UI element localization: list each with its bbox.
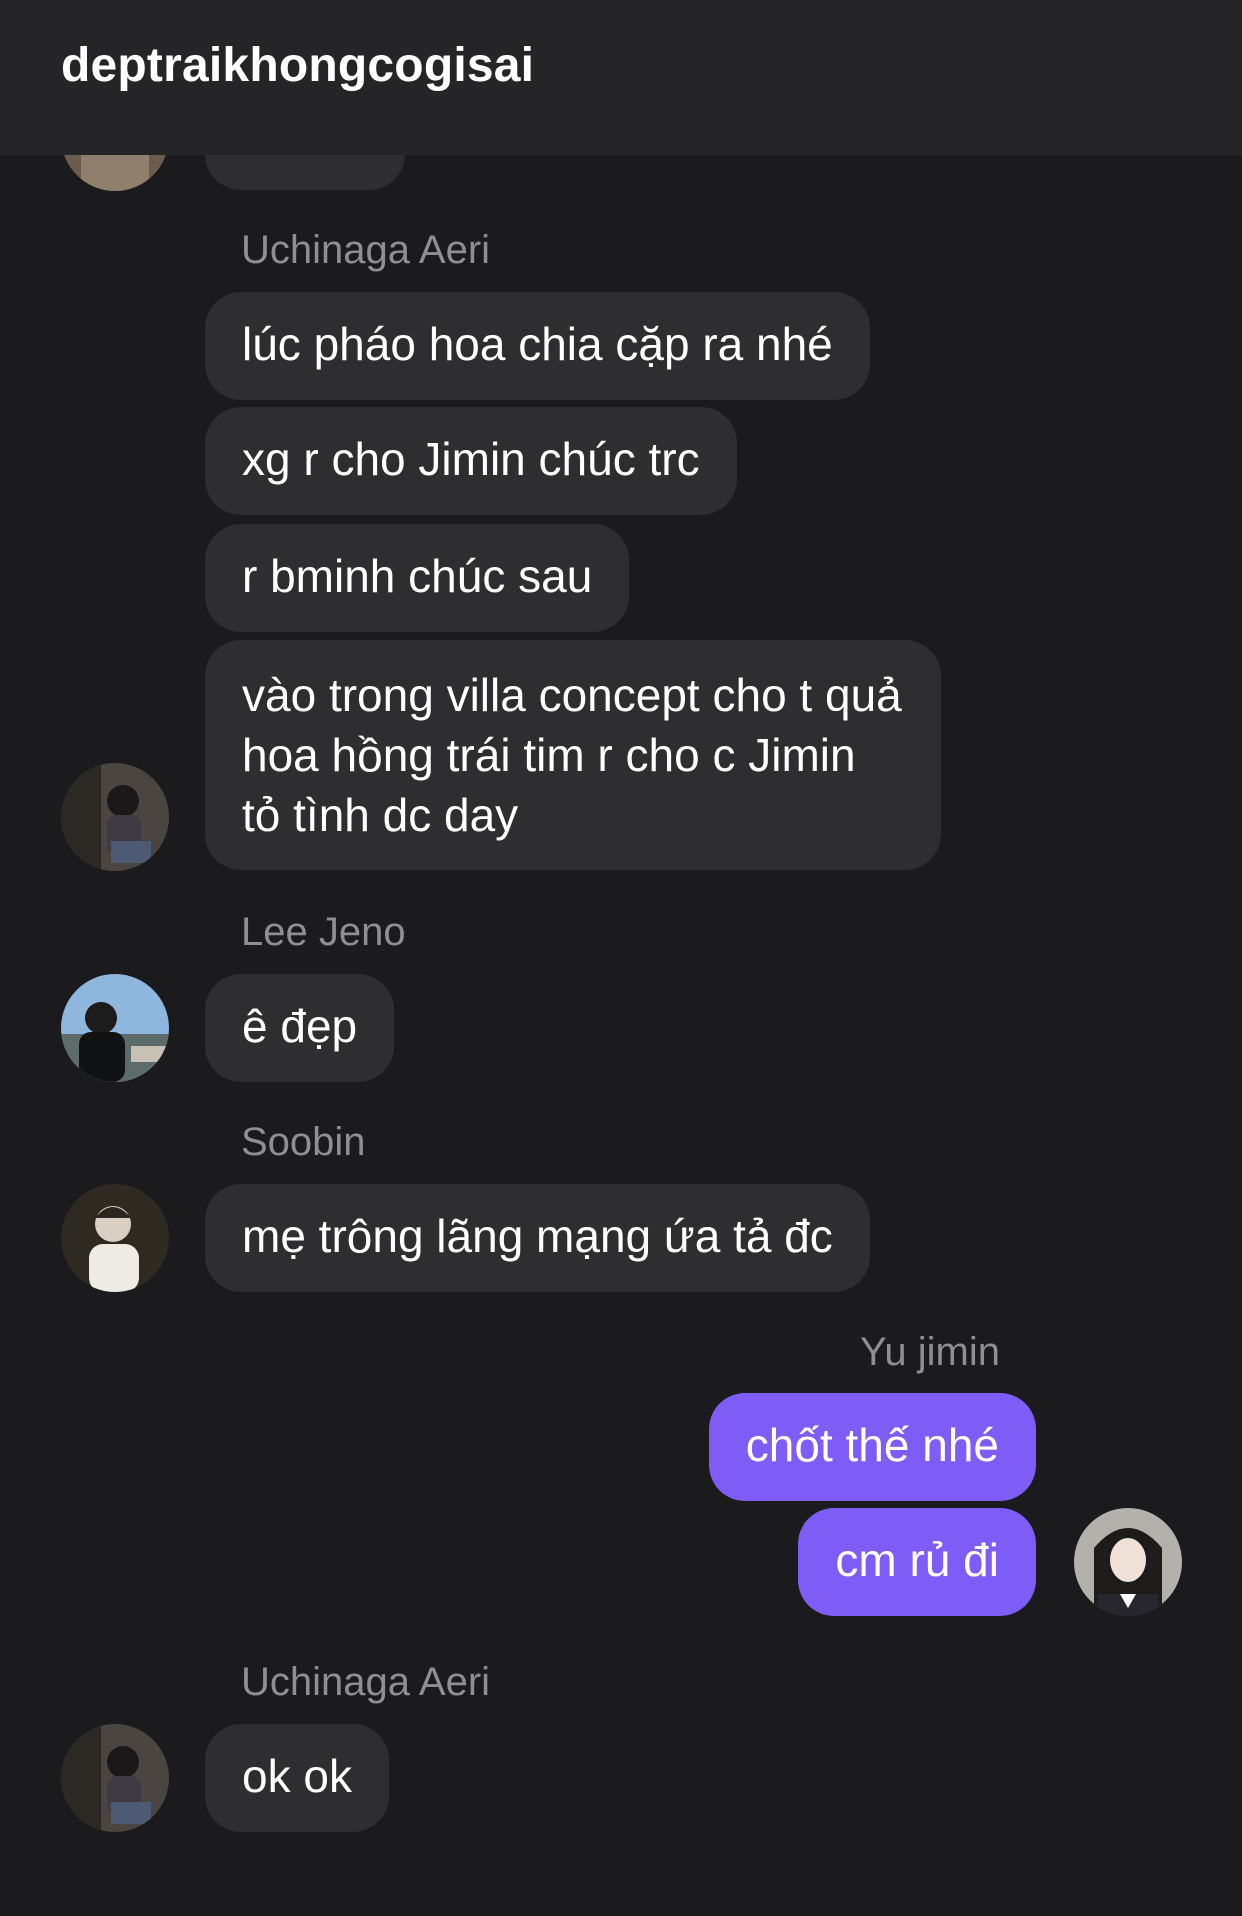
sender-name: Soobin — [241, 1120, 366, 1164]
message-bubble[interactable]: ê đẹp — [205, 974, 395, 1082]
outgoing-message-bubble[interactable]: cm rủ đi — [798, 1508, 1036, 1616]
sender-name: Yu jimin — [859, 1330, 1000, 1374]
avatar-jimin[interactable] — [1074, 1508, 1182, 1616]
message-bubble[interactable]: r bminh chúc sau — [205, 524, 630, 632]
avatar-jeno[interactable] — [61, 974, 169, 1082]
avatar-soobin[interactable] — [61, 1184, 169, 1292]
sender-name: Lee Jeno — [241, 910, 406, 954]
sender-name: Uchinaga Aeri — [241, 1660, 491, 1704]
chat-title[interactable]: deptraikhongcogisai — [61, 38, 534, 93]
avatar-aeri[interactable] — [61, 1724, 169, 1832]
sender-name: Uchinaga Aeri — [241, 228, 491, 272]
message-bubble[interactable]: xg r cho Jimin chúc trc — [205, 407, 737, 515]
avatar-aeri[interactable] — [61, 763, 169, 871]
message-bubble[interactable]: vào trong villa concept cho t quả hoa hồ… — [205, 640, 941, 870]
chat-header: deptraikhongcogisai — [0, 0, 1242, 155]
outgoing-message-bubble[interactable]: chốt thế nhé — [708, 1393, 1036, 1501]
message-bubble[interactable]: mẹ trông lãng mạng ứa tả đc — [205, 1184, 870, 1292]
message-bubble[interactable]: ok ok — [205, 1724, 389, 1832]
message-bubble[interactable]: lúc pháo hoa chia cặp ra nhé — [205, 292, 870, 400]
